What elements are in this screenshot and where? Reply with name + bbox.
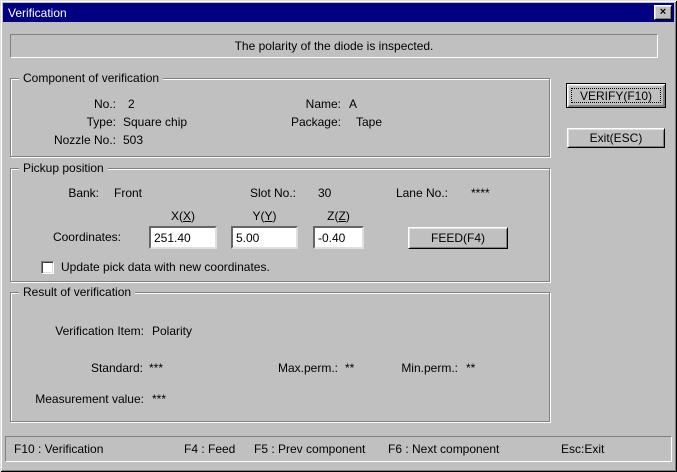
verify-button-label: VERIFY(F10) (579, 88, 652, 103)
max-perm-value: ** (345, 361, 355, 375)
message-text: The polarity of the diode is inspected. (234, 39, 434, 53)
no-value: 2 (128, 97, 135, 111)
slot-no-value: 30 (318, 186, 332, 200)
verification-dialog: Verification × The polarity of the diode… (0, 0, 677, 472)
close-icon: × (659, 6, 667, 18)
feed-button-label: FEED(F4) (431, 231, 485, 245)
measurement-value: *** (152, 392, 167, 406)
max-perm-label: Max.perm.: (277, 361, 338, 375)
update-pick-data-label: Update pick data with new coordinates. (61, 260, 270, 274)
coordinates-label: Coordinates: (52, 230, 121, 244)
z-axis-header: Z(Z) (327, 209, 350, 223)
slot-no-label: Slot No.: (249, 186, 296, 200)
verify-button[interactable]: VERIFY(F10) (566, 83, 666, 108)
result-group: Result of verification Verification Item… (10, 285, 550, 422)
no-label: No.: (93, 97, 116, 111)
min-perm-label: Min.perm.: (401, 361, 458, 375)
package-label: Package: (290, 115, 341, 129)
name-label: Name: (305, 97, 341, 111)
component-group: Component of verification No.: 2 Name: A… (10, 71, 550, 157)
pickup-group-title: Pickup position (19, 161, 108, 175)
y-coordinate-input[interactable] (231, 226, 298, 249)
standard-value: *** (149, 361, 164, 375)
nozzle-no-label: Nozzle No.: (53, 133, 116, 147)
feed-button[interactable]: FEED(F4) (408, 227, 508, 249)
status-item-verify: F10 : Verification (14, 442, 104, 456)
exit-button-label: Exit(ESC) (589, 131, 643, 145)
bank-label: Bank: (68, 186, 99, 200)
type-label: Type: (86, 115, 116, 129)
bank-value: Front (114, 186, 143, 200)
status-item-feed: F4 : Feed (184, 442, 236, 456)
window-title: Verification (8, 5, 67, 20)
lane-no-value: **** (471, 186, 490, 200)
message-panel: The polarity of the diode is inspected. (10, 34, 658, 58)
standard-label: Standard: (90, 361, 143, 375)
verification-item-value: Polarity (152, 324, 193, 338)
x-coordinate-input[interactable] (149, 226, 217, 249)
exit-button[interactable]: Exit(ESC) (567, 128, 665, 148)
status-item-esc-exit: Esc:Exit (561, 442, 605, 456)
z-coordinate-input[interactable] (313, 226, 364, 249)
min-perm-value: ** (466, 361, 476, 375)
type-value: Square chip (123, 115, 188, 129)
nozzle-no-value: 503 (123, 133, 144, 147)
verification-item-label: Verification Item: (55, 324, 144, 338)
close-button[interactable]: × (654, 5, 672, 20)
lane-no-label: Lane No.: (395, 186, 448, 200)
status-item-prev: F5 : Prev component (254, 442, 366, 456)
name-value: A (349, 97, 358, 111)
status-bar: F10 : Verification F4 : Feed F5 : Prev c… (5, 436, 672, 462)
package-value: Tape (356, 115, 383, 129)
pickup-group: Pickup position Bank: Front Slot No.: 30… (10, 161, 550, 282)
component-group-title: Component of verification (19, 71, 164, 85)
x-axis-header: X(X) (170, 209, 195, 223)
measurement-value-label: Measurement value: (35, 392, 144, 406)
status-item-next: F6 : Next component (388, 442, 500, 456)
update-pick-data-checkbox[interactable] (41, 261, 54, 274)
result-group-title: Result of verification (19, 285, 136, 299)
title-bar: Verification (3, 3, 674, 22)
y-axis-header: Y(Y) (252, 209, 277, 223)
